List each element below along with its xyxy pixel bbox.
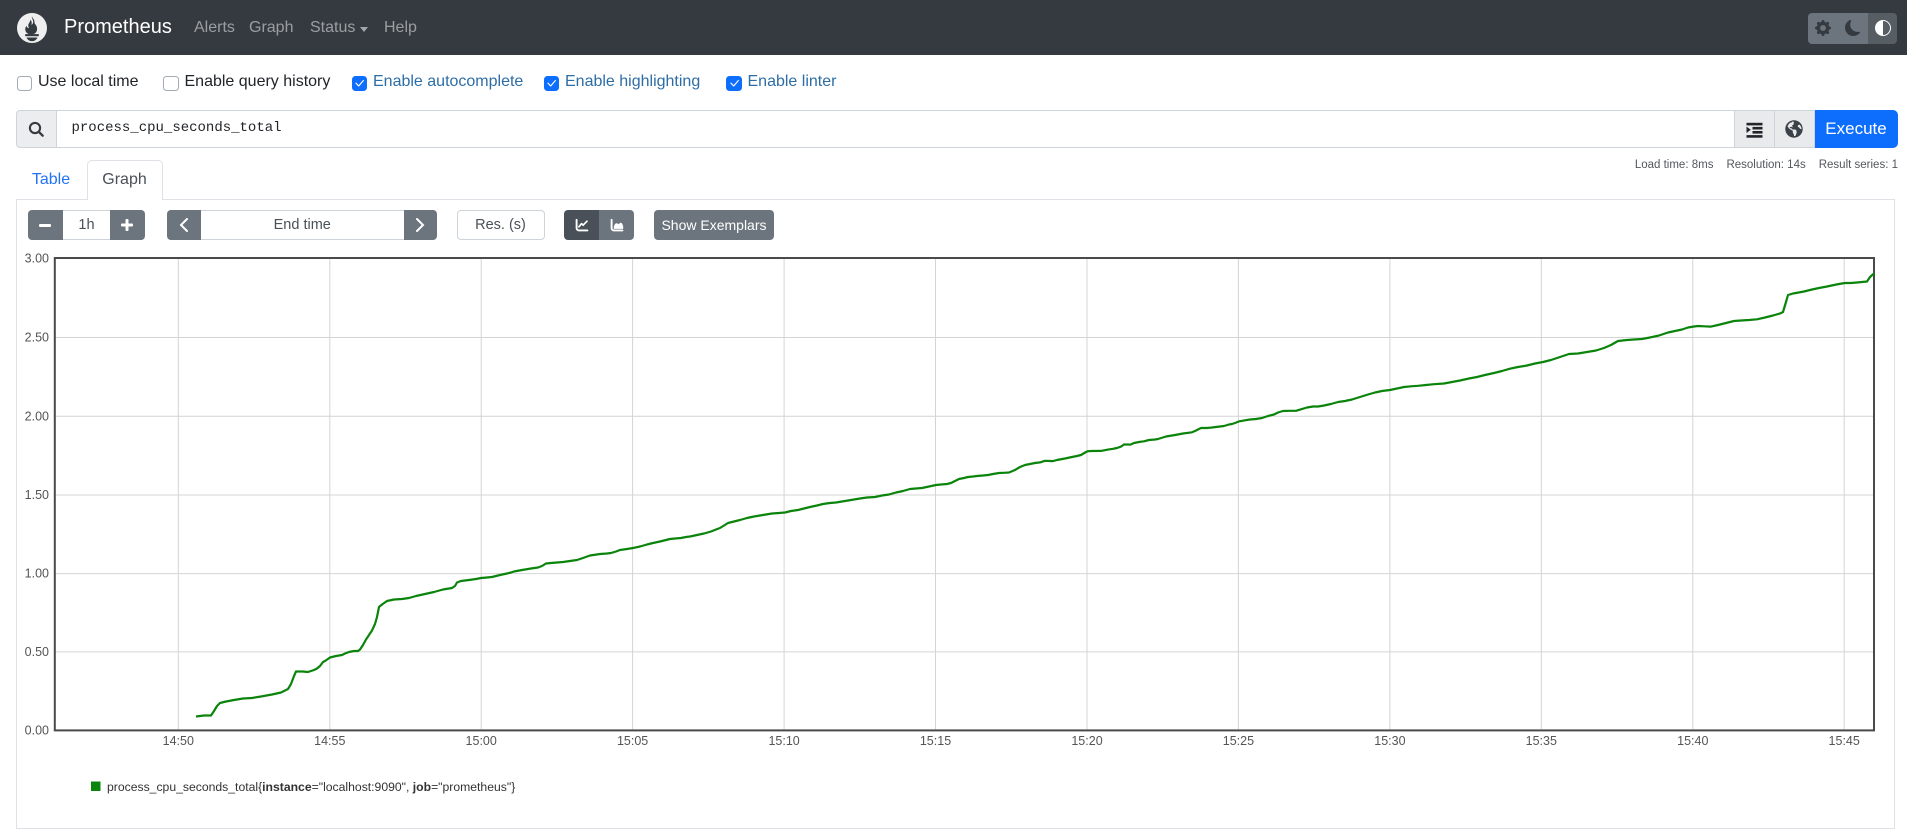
- svg-text:15:25: 15:25: [1223, 734, 1254, 748]
- svg-text:15:30: 15:30: [1374, 734, 1405, 748]
- svg-text:0.50: 0.50: [25, 645, 49, 659]
- svg-text:2.00: 2.00: [25, 409, 49, 423]
- svg-text:2.50: 2.50: [25, 331, 49, 345]
- svg-text:15:15: 15:15: [920, 734, 951, 748]
- svg-text:15:40: 15:40: [1677, 734, 1708, 748]
- svg-text:1.50: 1.50: [25, 488, 49, 502]
- svg-text:14:50: 14:50: [163, 734, 194, 748]
- svg-text:15:00: 15:00: [466, 734, 497, 748]
- svg-text:15:20: 15:20: [1071, 734, 1102, 748]
- svg-text:process_cpu_seconds_total{inst: process_cpu_seconds_total{instance="loca…: [107, 780, 515, 794]
- svg-text:15:10: 15:10: [768, 734, 799, 748]
- svg-text:3.00: 3.00: [25, 252, 49, 266]
- svg-text:1.00: 1.00: [25, 567, 49, 581]
- svg-text:14:55: 14:55: [314, 734, 345, 748]
- svg-text:15:45: 15:45: [1829, 734, 1860, 748]
- svg-text:15:35: 15:35: [1526, 734, 1557, 748]
- svg-text:15:05: 15:05: [617, 734, 648, 748]
- svg-text:0.00: 0.00: [25, 723, 49, 737]
